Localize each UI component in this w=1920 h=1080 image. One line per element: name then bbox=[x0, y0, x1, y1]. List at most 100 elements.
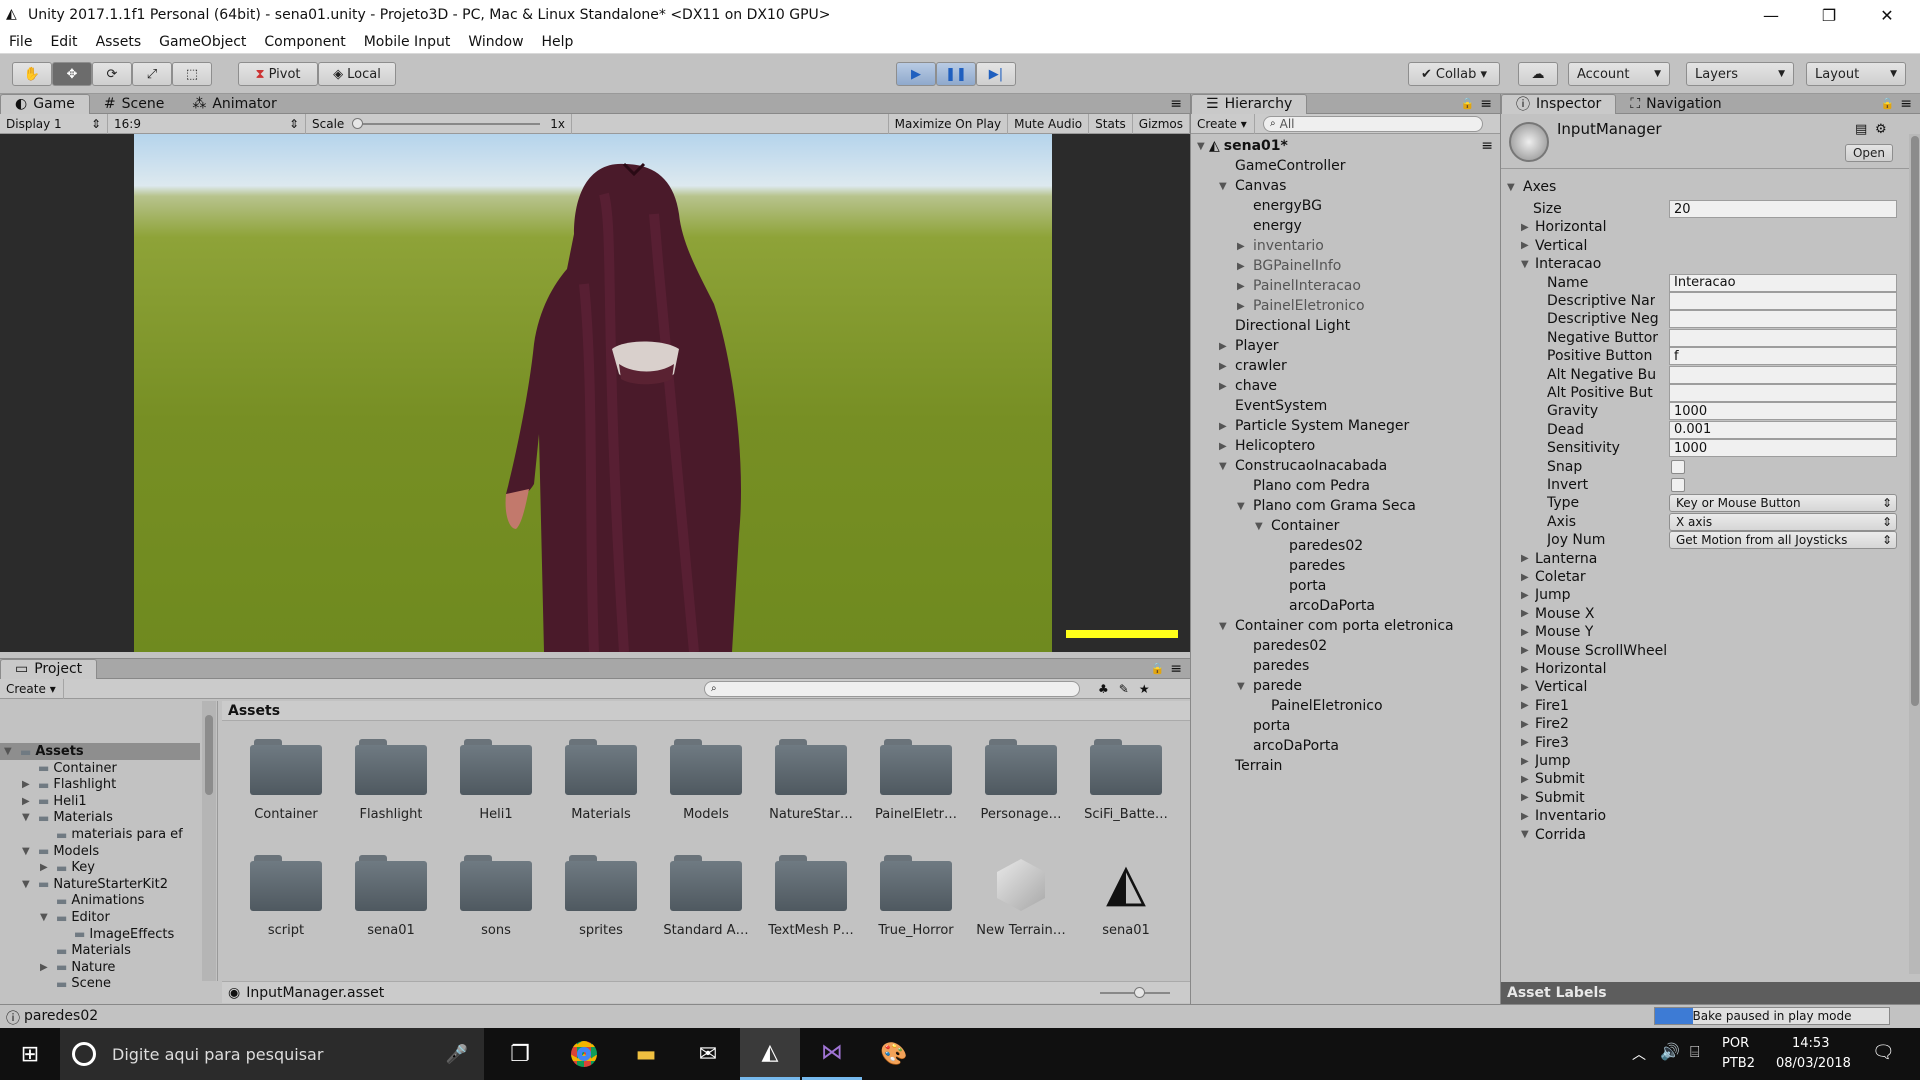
hierarchy-item[interactable]: paredes bbox=[1191, 656, 1309, 676]
expand-arrow-icon[interactable]: ▶ bbox=[1521, 645, 1533, 656]
panel-menu-icon[interactable]: ≡ bbox=[1170, 661, 1182, 677]
tab-inspector[interactable]: ⓘ Inspector bbox=[1501, 93, 1617, 114]
hierarchy-item[interactable]: paredes bbox=[1191, 556, 1345, 576]
collab-button[interactable]: ✔ Collab ▾ bbox=[1408, 62, 1500, 86]
hierarchy-item[interactable]: arcoDaPorta bbox=[1191, 596, 1375, 616]
minimize-button[interactable]: — bbox=[1742, 0, 1800, 30]
menu-help[interactable]: Help bbox=[542, 34, 574, 50]
tab-scene[interactable]: # Scene bbox=[90, 94, 178, 114]
maximize-on-play-toggle[interactable]: Maximize On Play bbox=[887, 113, 1009, 134]
asset-item[interactable]: sena01 bbox=[341, 841, 441, 951]
expand-arrow-icon[interactable]: ▶ bbox=[1219, 421, 1231, 432]
lock-icon[interactable]: 🔒 bbox=[1151, 662, 1165, 675]
inspector-dropdown[interactable]: Key or Mouse Button ⇕ bbox=[1669, 494, 1897, 513]
mail-taskbar-button[interactable]: ✉ bbox=[678, 1028, 738, 1080]
expand-arrow-icon[interactable]: ▶ bbox=[1237, 241, 1249, 252]
project-tree-item[interactable]: ▼ ▬ Assets bbox=[0, 743, 200, 760]
scene-menu-icon[interactable]: ≡ bbox=[1481, 138, 1493, 154]
game-viewport[interactable] bbox=[0, 134, 1190, 652]
hierarchy-item[interactable]: energyBG bbox=[1191, 196, 1322, 216]
hierarchy-item[interactable]: ▼ Canvas bbox=[1191, 176, 1286, 196]
menu-window[interactable]: Window bbox=[468, 34, 523, 50]
favorite-star-icon[interactable]: ★ bbox=[1139, 682, 1150, 696]
inspector-dropdown[interactable]: Get Motion from all Joysticks ⇕ bbox=[1669, 531, 1897, 550]
expand-arrow-icon[interactable]: ▼ bbox=[1197, 141, 1209, 152]
hierarchy-item[interactable]: EventSystem bbox=[1191, 396, 1327, 416]
hierarchy-item[interactable]: paredes02 bbox=[1191, 636, 1327, 656]
expand-arrow-icon[interactable]: ▶ bbox=[1521, 700, 1533, 711]
expand-arrow-icon[interactable]: ▶ bbox=[1521, 756, 1533, 767]
hierarchy-item[interactable]: porta bbox=[1191, 576, 1326, 596]
asset-item[interactable]: Standard A… bbox=[656, 841, 756, 951]
expand-arrow-icon[interactable]: ▶ bbox=[40, 862, 52, 873]
hierarchy-item[interactable]: ▶ Particle System Maneger bbox=[1191, 416, 1409, 436]
hierarchy-item[interactable]: ▶ crawler bbox=[1191, 356, 1287, 376]
expand-arrow-icon[interactable]: ▶ bbox=[1521, 811, 1533, 822]
asset-item[interactable]: Flashlight bbox=[341, 725, 441, 835]
tab-hierarchy[interactable]: ☰ Hierarchy bbox=[1191, 93, 1308, 114]
hierarchy-item[interactable]: porta bbox=[1191, 716, 1290, 736]
icon-size-slider[interactable] bbox=[1100, 986, 1170, 998]
panel-menu-icon[interactable]: ≡ bbox=[1480, 96, 1492, 112]
assets-breadcrumb[interactable]: Assets bbox=[222, 701, 1190, 721]
project-tree-item[interactable]: ▬ Scene bbox=[0, 975, 200, 992]
tab-project[interactable]: ▭ Project bbox=[0, 658, 98, 679]
close-button[interactable]: ✕ bbox=[1858, 0, 1916, 30]
expand-arrow-icon[interactable]: ▶ bbox=[1521, 627, 1533, 638]
project-tree-item[interactable]: ▼ ▬ Models bbox=[0, 843, 200, 860]
project-tree-item[interactable]: ▬ ImageEffects bbox=[0, 926, 200, 943]
hierarchy-item[interactable]: paredes02 bbox=[1191, 536, 1363, 556]
hierarchy-item[interactable]: Terrain bbox=[1191, 756, 1282, 776]
expand-arrow-icon[interactable]: ▶ bbox=[1237, 281, 1249, 292]
menu-file[interactable]: File bbox=[9, 34, 32, 50]
expand-arrow-icon[interactable]: ▶ bbox=[1521, 572, 1533, 583]
project-tree-item[interactable]: ▬ materiais para ef bbox=[0, 826, 200, 843]
inspector-scrollbar-thumb[interactable] bbox=[1911, 136, 1919, 706]
expand-arrow-icon[interactable]: ▶ bbox=[1521, 664, 1533, 675]
expand-arrow-icon[interactable]: ▶ bbox=[1521, 792, 1533, 803]
axes-foldout[interactable]: ▼ Axes bbox=[1501, 176, 1911, 198]
expand-arrow-icon[interactable]: ▶ bbox=[1521, 222, 1533, 233]
file-explorer-button[interactable]: ▬ bbox=[616, 1028, 676, 1080]
expand-arrow-icon[interactable]: ▶ bbox=[1521, 553, 1533, 564]
inspector-dropdown[interactable]: X axis ⇕ bbox=[1669, 512, 1897, 531]
chrome-taskbar-button[interactable] bbox=[554, 1028, 614, 1080]
expand-arrow-icon[interactable]: ▼ bbox=[1219, 181, 1231, 192]
inspector-text-field[interactable]: 0.001 bbox=[1669, 420, 1897, 439]
inspector-scrollbar[interactable] bbox=[1909, 134, 1920, 974]
input-language[interactable]: POR bbox=[1722, 1036, 1749, 1051]
taskbar-search-box[interactable]: Digite aqui para pesquisar 🎤 bbox=[60, 1028, 484, 1080]
asset-item[interactable]: sprites bbox=[551, 841, 651, 951]
inspector-text-field[interactable] bbox=[1669, 384, 1897, 402]
expand-arrow-icon[interactable]: ▶ bbox=[22, 796, 34, 807]
expand-arrow-icon[interactable]: ▶ bbox=[1521, 608, 1533, 619]
stats-toggle[interactable]: Stats bbox=[1089, 113, 1133, 134]
visual-studio-taskbar-button[interactable]: ⋈ bbox=[802, 1028, 862, 1080]
help-book-icon[interactable]: ▤ bbox=[1855, 122, 1867, 137]
aspect-dropdown[interactable]: 16:9 ⇕ bbox=[108, 113, 306, 134]
open-button[interactable]: Open bbox=[1845, 144, 1893, 162]
project-create-button[interactable]: Create ▾ bbox=[0, 678, 64, 699]
asset-item[interactable]: New Terrain… bbox=[971, 841, 1071, 951]
hierarchy-search-input[interactable]: ⌕ All bbox=[1263, 115, 1483, 132]
hierarchy-item[interactable]: ▶ PainelEletronico bbox=[1191, 296, 1365, 316]
filter-label-icon[interactable]: ✎ bbox=[1119, 682, 1129, 696]
inspector-text-field[interactable] bbox=[1669, 328, 1897, 347]
expand-arrow-icon[interactable]: ▶ bbox=[1237, 301, 1249, 312]
panel-menu-icon[interactable]: ≡ bbox=[1900, 96, 1912, 112]
filter-type-icon[interactable]: ♣ bbox=[1098, 682, 1109, 696]
project-tree-item[interactable]: ▬ Container bbox=[0, 760, 200, 777]
hierarchy-item[interactable]: PainelEletronico bbox=[1191, 696, 1383, 716]
expand-arrow-icon[interactable]: ▶ bbox=[22, 779, 34, 790]
menu-mobile-input[interactable]: Mobile Input bbox=[364, 34, 451, 50]
clock-time[interactable]: 14:53 bbox=[1792, 1036, 1829, 1051]
tab-navigation[interactable]: ⛶ Navigation bbox=[1616, 94, 1735, 114]
hierarchy-item[interactable]: ▶ inventario bbox=[1191, 236, 1324, 256]
play-button[interactable]: ▶ bbox=[896, 62, 936, 86]
hierarchy-item[interactable]: ▼ Plano com Grama Seca bbox=[1191, 496, 1416, 516]
network-icon[interactable]: ⌸ bbox=[1690, 1042, 1700, 1062]
tab-game[interactable]: ◐ Game bbox=[0, 93, 90, 114]
asset-item[interactable]: Materials bbox=[551, 725, 651, 835]
expand-arrow-icon[interactable]: ▶ bbox=[1219, 341, 1231, 352]
tree-scrollbar-thumb[interactable] bbox=[205, 715, 213, 795]
